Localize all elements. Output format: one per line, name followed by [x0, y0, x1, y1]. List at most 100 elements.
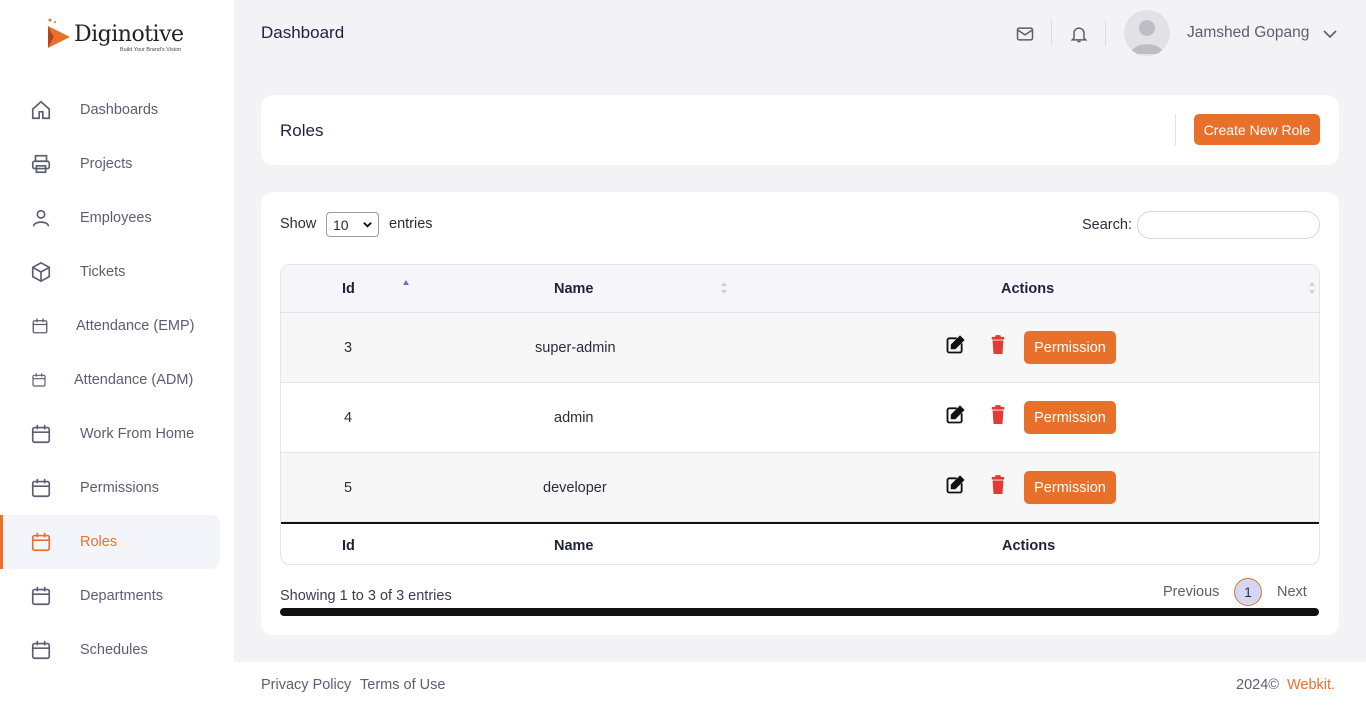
cell-name: admin [554, 410, 594, 426]
column-header-actions[interactable]: Actions [1001, 281, 1054, 297]
sidebar-nav: Dashboards Projects Employees Tickets At… [0, 83, 234, 677]
printer-icon [31, 154, 51, 174]
permission-button[interactable]: Permission [1024, 471, 1116, 504]
brand-logo[interactable]: Diginotive Build Your Brand's Vision [44, 16, 194, 58]
sidebar-item-label: Departments [80, 588, 164, 604]
sidebar-item-permissions[interactable]: Permissions [0, 461, 234, 515]
table-header: Id Name Actions [281, 265, 1319, 313]
edit-icon[interactable] [945, 475, 965, 495]
sidebar-item-label: Projects [80, 156, 133, 172]
table-info: Showing 1 to 3 of 3 entries [280, 588, 452, 604]
page-title: Dashboard [261, 23, 345, 42]
user-menu-name[interactable]: Jamshed Gopang [1187, 24, 1309, 42]
footer-column-actions: Actions [1002, 538, 1056, 554]
entries-select-value: 10 [333, 216, 349, 233]
header-divider [1105, 20, 1106, 46]
cell-id: 4 [344, 410, 353, 426]
chevron-down-icon[interactable] [1322, 26, 1338, 42]
divider [1175, 114, 1176, 146]
footer-brand-link[interactable]: Webkit. [1287, 677, 1335, 693]
sidebar-item-projects[interactable]: Projects [0, 137, 234, 191]
sidebar-item-label: Tickets [80, 264, 126, 280]
pagination-previous[interactable]: Previous [1163, 584, 1219, 600]
calendar-icon [31, 640, 51, 660]
sidebar-item-attendance-adm[interactable]: Attendance (ADM) [0, 353, 234, 407]
sort-icon[interactable] [720, 281, 728, 295]
show-label: Show [280, 216, 317, 232]
roles-table: Id Name Actions 3 super-admin Permission… [280, 264, 1320, 565]
calendar-icon [31, 532, 51, 552]
terms-of-use-link[interactable]: Terms of Use [360, 677, 445, 693]
footer-column-id: Id [342, 538, 355, 554]
sidebar-item-employees[interactable]: Employees [0, 191, 234, 245]
section-title: Roles [280, 121, 324, 140]
table-row: 5 developer Permission [281, 453, 1319, 522]
user-icon [32, 209, 50, 227]
cell-id: 5 [344, 480, 353, 496]
table-row: 4 admin Permission [281, 383, 1319, 453]
copyright-text: 2024© [1236, 677, 1279, 693]
edit-icon[interactable] [945, 405, 965, 425]
sidebar-item-label: Dashboards [80, 102, 159, 118]
page-footer: Privacy Policy Terms of Use 2024© Webkit… [234, 662, 1366, 705]
calendar-icon [31, 424, 51, 444]
pagination-next[interactable]: Next [1277, 584, 1307, 600]
sidebar-item-dashboards[interactable]: Dashboards [0, 83, 234, 137]
permission-button[interactable]: Permission [1024, 401, 1116, 434]
entries-label: entries [389, 216, 433, 232]
sidebar-item-label: Work From Home [80, 426, 195, 442]
sort-icon[interactable] [1308, 281, 1316, 295]
bell-icon[interactable] [1069, 24, 1089, 44]
user-avatar-icon [1131, 20, 1163, 54]
trash-icon[interactable] [989, 475, 1007, 495]
sidebar-item-departments[interactable]: Departments [0, 569, 234, 623]
cell-id: 3 [344, 340, 353, 356]
header-divider [1051, 20, 1052, 46]
chevron-down-icon [363, 222, 372, 228]
table-row: 3 super-admin Permission [281, 313, 1319, 383]
calendar-icon [32, 318, 48, 334]
create-new-role-button[interactable]: Create New Role [1194, 114, 1320, 145]
search-input[interactable] [1137, 211, 1320, 239]
column-header-id[interactable]: Id [342, 281, 355, 297]
trash-icon[interactable] [989, 335, 1007, 355]
calendar-icon [31, 586, 51, 606]
calendar-icon [32, 373, 46, 387]
entries-per-page-select[interactable]: 10 [326, 212, 379, 237]
brand-tagline: Build Your Brand's Vision [120, 47, 182, 53]
edit-icon[interactable] [945, 335, 965, 355]
home-icon [31, 100, 51, 120]
mail-icon[interactable] [1015, 24, 1035, 44]
table-footer: Id Name Actions [281, 522, 1319, 564]
horizontal-scrollbar[interactable] [280, 608, 1319, 616]
avatar[interactable] [1124, 10, 1170, 56]
sidebar-item-work-from-home[interactable]: Work From Home [0, 407, 234, 461]
sidebar: Diginotive Build Your Brand's Vision Das… [0, 0, 234, 705]
pagination-page-1[interactable]: 1 [1234, 578, 1262, 606]
roles-header-card: Roles Create New Role [261, 95, 1339, 165]
brand-name: Diginotive [74, 22, 184, 47]
sidebar-item-tickets[interactable]: Tickets [0, 245, 234, 299]
cell-name: developer [543, 480, 607, 496]
sidebar-item-label: Attendance (ADM) [74, 372, 194, 388]
sort-ascending-icon[interactable] [402, 279, 410, 293]
sidebar-item-label: Employees [80, 210, 152, 226]
trash-icon[interactable] [989, 405, 1007, 425]
cell-name: super-admin [535, 340, 616, 356]
sidebar-item-label: Permissions [80, 480, 159, 496]
roles-table-card: Show 10 entries Search: Id Name Actions … [261, 192, 1339, 635]
sidebar-item-label: Roles [80, 534, 118, 550]
column-header-name[interactable]: Name [554, 281, 594, 297]
search-label: Search: [1082, 217, 1132, 233]
cube-icon [31, 261, 51, 283]
sidebar-item-roles[interactable]: Roles [0, 515, 220, 569]
logo-mark-icon [48, 18, 70, 48]
calendar-icon [31, 478, 51, 498]
privacy-policy-link[interactable]: Privacy Policy [261, 677, 351, 693]
sidebar-item-label: Attendance (EMP) [76, 318, 195, 334]
footer-column-name: Name [554, 538, 594, 554]
sidebar-item-schedules[interactable]: Schedules [0, 623, 234, 677]
permission-button[interactable]: Permission [1024, 331, 1116, 364]
sidebar-item-attendance-emp[interactable]: Attendance (EMP) [0, 299, 234, 353]
sidebar-item-label: Schedules [80, 642, 148, 658]
